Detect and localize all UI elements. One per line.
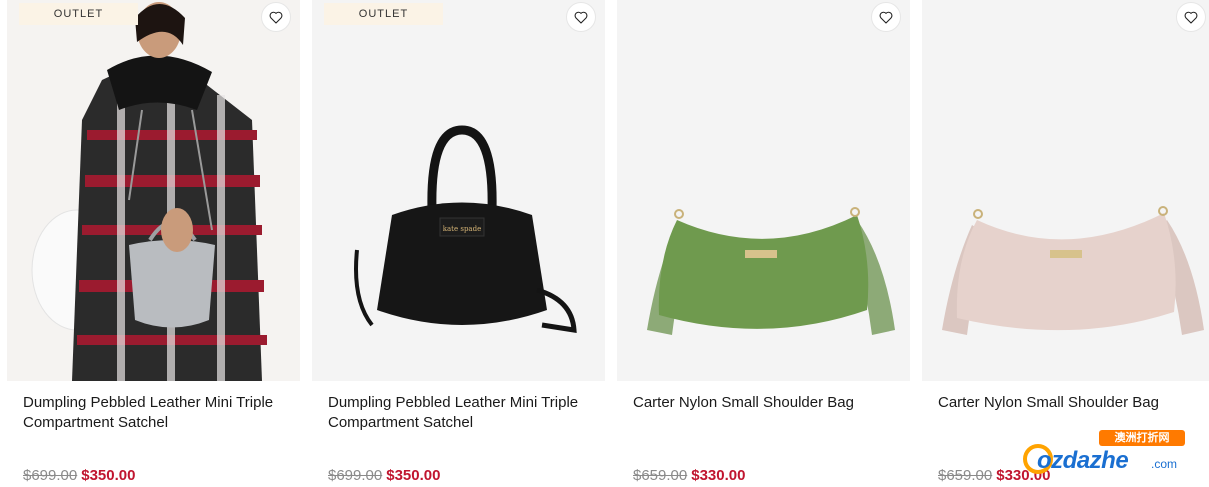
original-price: $699.00 xyxy=(328,467,383,484)
original-price: $659.00 xyxy=(938,467,993,484)
favorite-button[interactable] xyxy=(1176,2,1206,32)
watermark-logo: ozdazhe xyxy=(1037,447,1129,474)
product-card[interactable]: OUTLET Dumpling Pebbled Leather Mini Tri… xyxy=(7,0,300,487)
green-shoulder-bag-image xyxy=(617,0,910,381)
sale-price: $330.00 xyxy=(691,467,746,484)
watermark-cn-text: 澳洲打折网 xyxy=(1099,430,1185,446)
product-price: $699.00 $350.00 xyxy=(23,466,135,486)
favorite-button[interactable] xyxy=(566,2,596,32)
product-name[interactable]: Carter Nylon Small Shoulder Bag xyxy=(633,393,903,413)
favorite-button[interactable] xyxy=(261,2,291,32)
product-image[interactable]: kate spade OUTLET xyxy=(312,0,605,381)
heart-outline-icon xyxy=(269,11,283,24)
sale-price: $350.00 xyxy=(386,467,441,484)
product-price: $659.00 $330.00 xyxy=(633,466,745,486)
outlet-badge: OUTLET xyxy=(19,3,138,25)
product-name[interactable]: Carter Nylon Small Shoulder Bag xyxy=(938,393,1208,413)
product-card[interactable]: Carter Nylon Small Shoulder Bag $659.00 $… xyxy=(617,0,910,487)
pink-shoulder-bag-image xyxy=(922,0,1209,381)
favorite-button[interactable] xyxy=(871,2,901,32)
brand-logo: kate spade xyxy=(443,225,481,233)
original-price: $699.00 xyxy=(23,467,78,484)
product-image[interactable] xyxy=(922,0,1209,381)
original-price: $659.00 xyxy=(633,467,688,484)
product-image[interactable] xyxy=(617,0,910,381)
heart-outline-icon xyxy=(574,11,588,24)
product-card[interactable]: Carter Nylon Small Shoulder Bag $659.00 $… xyxy=(922,0,1209,487)
product-price: $699.00 $350.00 xyxy=(328,466,440,486)
product-name[interactable]: Dumpling Pebbled Leather Mini Triple Com… xyxy=(328,393,598,433)
watermark-suffix: .com xyxy=(1151,457,1178,471)
product-card[interactable]: kate spade OUTLET Dumpling Pebbled Leath… xyxy=(312,0,605,487)
outlet-badge: OUTLET xyxy=(324,3,443,25)
sale-price: $350.00 xyxy=(81,467,136,484)
black-satchel-image: kate spade xyxy=(312,0,605,381)
heart-outline-icon xyxy=(879,11,893,24)
heart-outline-icon xyxy=(1184,11,1198,24)
site-watermark: 澳洲打折网 ozdazhe .com xyxy=(1023,430,1199,480)
product-grid: OUTLET Dumpling Pebbled Leather Mini Tri… xyxy=(0,0,1209,487)
model-image xyxy=(7,0,300,381)
product-image[interactable]: OUTLET xyxy=(7,0,300,381)
product-name[interactable]: Dumpling Pebbled Leather Mini Triple Com… xyxy=(23,393,293,433)
